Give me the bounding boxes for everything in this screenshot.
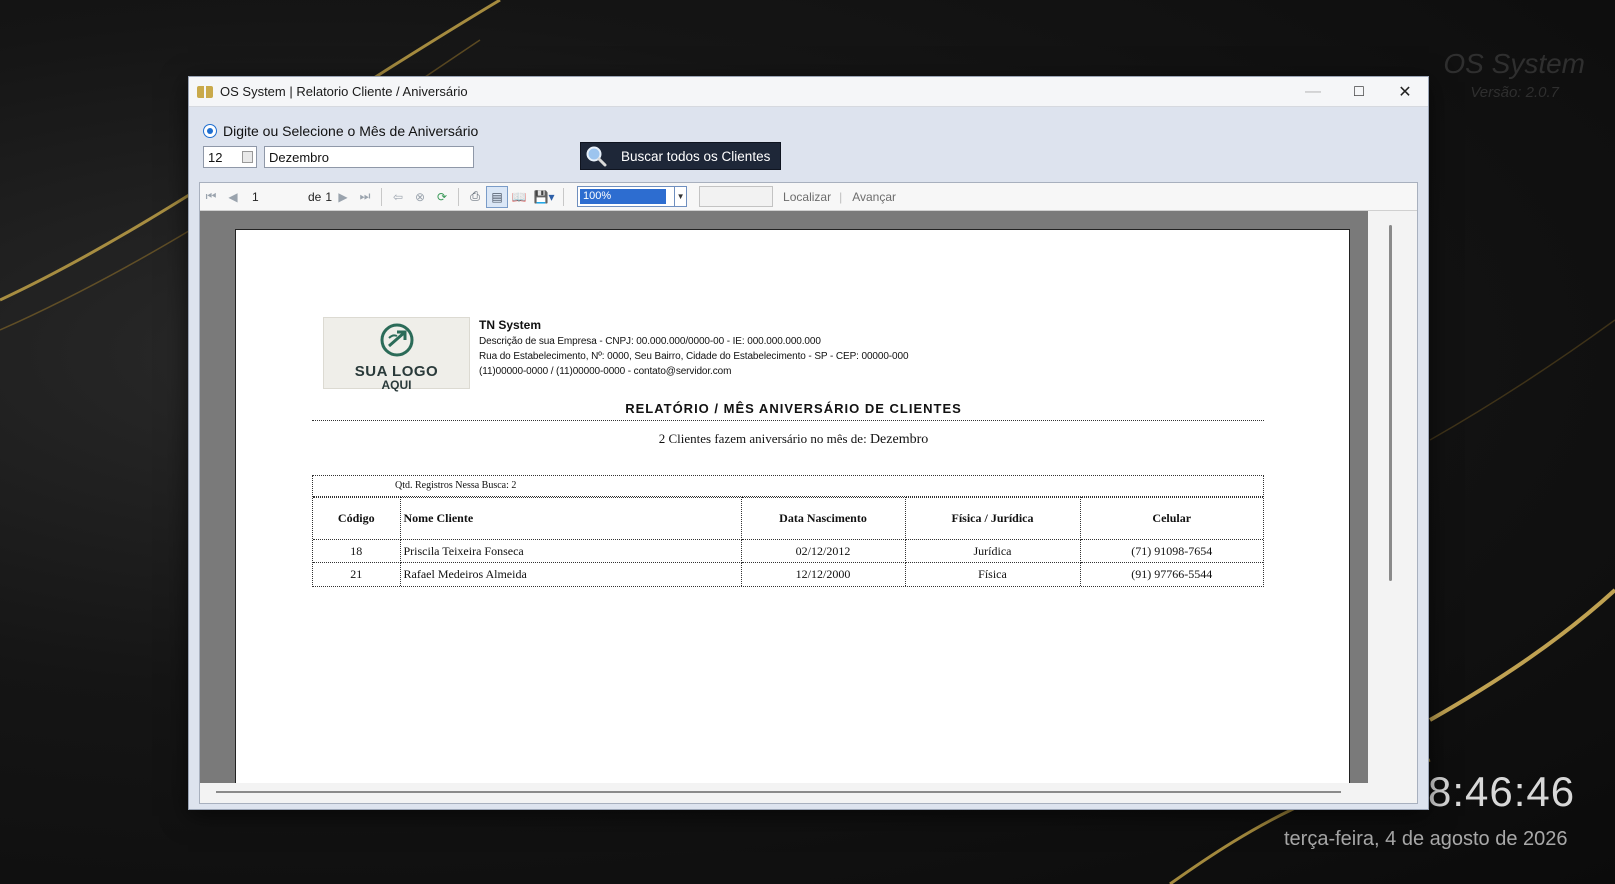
- desktop-brand: OS System Versão: 2.0.7: [1443, 48, 1585, 101]
- total-pages: 1: [325, 189, 333, 204]
- subtitle-prefix: 2 Clientes fazem aniversário no mês de:: [658, 431, 870, 446]
- find-link[interactable]: Localizar: [783, 190, 831, 204]
- col-header-tipo: Física / Jurídica: [904, 497, 1081, 540]
- logo-line2: AQUI: [381, 378, 412, 392]
- company-contact: (11)00000-0000 / (11)00000-0000 - contat…: [479, 366, 732, 377]
- month-radio[interactable]: [203, 124, 217, 138]
- search-all-label: Buscar todos os Clientes: [621, 148, 771, 164]
- col-header-nome: Nome Cliente: [399, 497, 742, 540]
- find-divider: |: [839, 189, 843, 204]
- report-page: SUA LOGO AQUI TN System Descrição de sua…: [235, 229, 1350, 783]
- clients-table: Qtd. Registros Nessa Busca: 2 Código Nom…: [312, 475, 1264, 587]
- close-button[interactable]: ✕: [1382, 77, 1428, 107]
- page-of-label: de: [308, 189, 322, 204]
- print-layout-icon[interactable]: ▤: [486, 185, 509, 208]
- stop-icon[interactable]: ⊗: [409, 186, 431, 208]
- next-page-icon[interactable]: ▶: [332, 186, 354, 208]
- brand-name: OS System: [1443, 48, 1585, 79]
- vertical-scrollbar[interactable]: [1368, 211, 1417, 783]
- col-header-celular: Celular: [1079, 497, 1263, 540]
- month-name-input[interactable]: Dezembro: [264, 146, 474, 168]
- page-setup-icon[interactable]: 📖: [508, 186, 530, 208]
- month-radio-label: Digite ou Selecione o Mês de Aniversário: [223, 123, 479, 139]
- company-name: TN System: [479, 318, 542, 332]
- toolbar-divider: [458, 187, 460, 206]
- records-count: Qtd. Registros Nessa Busca: 2: [313, 476, 1263, 497]
- maximize-button[interactable]: □: [1336, 77, 1382, 107]
- zoom-value: 100%: [580, 189, 667, 204]
- report-canvas: SUA LOGO AQUI TN System Descrição de sua…: [200, 211, 1368, 783]
- desktop-clock-time: 8:46:46: [1428, 768, 1576, 815]
- report-viewer: ⏮ ◀ 1 de 1 ▶ ⏭ ⇦ ⊗ ⟳ ⎙ ▤ 📖 💾▾ 100% ▼ Loc…: [199, 182, 1418, 804]
- horizontal-scroll-thumb[interactable]: [216, 791, 1341, 793]
- report-subtitle: 2 Clientes fazem aniversário no mês de: …: [236, 431, 1351, 448]
- export-icon[interactable]: 💾▾: [530, 186, 558, 208]
- cell-tipo: Física: [904, 562, 1081, 586]
- cell-tipo: Jurídica: [904, 539, 1081, 563]
- cell-celular: (91) 97766-5544: [1079, 562, 1263, 586]
- chevron-down-icon[interactable]: ▼: [674, 187, 686, 206]
- cell-nome: Priscila Teixeira Fonseca: [399, 539, 742, 563]
- cell-nome: Rafael Medeiros Almeida: [399, 562, 742, 586]
- desktop-clock-date: terça-feira, 4 de agosto de 2026: [1284, 828, 1568, 850]
- find-next-link[interactable]: Avançar: [852, 190, 896, 204]
- col-header-nascimento: Data Nascimento: [740, 497, 906, 540]
- month-number-input[interactable]: 12: [203, 146, 257, 168]
- company-info: TN System Descrição de sua Empresa - CNP…: [479, 318, 909, 377]
- previous-page-icon[interactable]: ◀: [222, 186, 244, 208]
- print-icon[interactable]: ⎙: [464, 186, 486, 208]
- col-header-codigo: Código: [313, 497, 401, 540]
- report-title: RELATÓRIO / MÊS ANIVERSÁRIO DE CLIENTES: [625, 401, 962, 416]
- find-input[interactable]: [699, 186, 774, 207]
- month-spinner-icon[interactable]: [242, 151, 253, 163]
- current-page-input[interactable]: 1: [244, 190, 280, 204]
- search-all-clients-button[interactable]: Buscar todos os Clientes: [580, 142, 781, 170]
- company-description: Descrição de sua Empresa - CNPJ: 00.000.…: [479, 336, 821, 347]
- first-page-icon[interactable]: ⏮: [200, 186, 222, 208]
- logo-emblem-icon: [380, 323, 413, 357]
- brand-version: Versão: 2.0.7: [1470, 84, 1559, 101]
- vertical-scroll-thumb[interactable]: [1389, 225, 1392, 581]
- window-controls: — □ ✕: [1290, 77, 1428, 107]
- report-window: OS System | Relatorio Cliente / Aniversá…: [188, 76, 1429, 810]
- subtitle-month: Dezembro: [869, 432, 929, 447]
- last-page-icon[interactable]: ⏭: [354, 186, 376, 208]
- zoom-select[interactable]: 100% ▼: [577, 186, 688, 207]
- viewer-toolbar: ⏮ ◀ 1 de 1 ▶ ⏭ ⇦ ⊗ ⟳ ⎙ ▤ 📖 💾▾ 100% ▼ Loc…: [200, 183, 1417, 211]
- magnifier-icon: [581, 145, 611, 167]
- month-radio-option[interactable]: Digite ou Selecione o Mês de Aniversário: [203, 123, 478, 139]
- toolbar-divider: [563, 187, 565, 206]
- window-title: OS System | Relatorio Cliente / Aniversá…: [220, 84, 468, 99]
- app-icon: [197, 85, 213, 98]
- company-logo: SUA LOGO AQUI: [323, 317, 470, 392]
- month-number-value: 12: [208, 150, 223, 165]
- table-row: 21 Rafael Medeiros Almeida 12/12/2000 Fí…: [313, 562, 1263, 586]
- back-icon[interactable]: ⇦: [387, 186, 409, 208]
- refresh-icon[interactable]: ⟳: [431, 186, 453, 208]
- title-divider: [312, 420, 1264, 421]
- title-bar[interactable]: OS System | Relatorio Cliente / Aniversá…: [189, 77, 1428, 107]
- horizontal-scrollbar[interactable]: [200, 783, 1417, 803]
- company-address: Rua do Estabelecimento, Nº: 0000, Seu Ba…: [479, 351, 909, 362]
- cell-nascimento: 02/12/2012: [740, 539, 906, 563]
- cell-codigo: 18: [313, 539, 401, 563]
- cell-celular: (71) 91098-7654: [1079, 539, 1263, 563]
- cell-nascimento: 12/12/2000: [740, 562, 906, 586]
- table-row: 18 Priscila Teixeira Fonseca 02/12/2012 …: [313, 539, 1263, 563]
- cell-codigo: 21: [313, 562, 401, 586]
- toolbar-divider: [381, 187, 383, 206]
- minimize-button[interactable]: —: [1290, 77, 1336, 107]
